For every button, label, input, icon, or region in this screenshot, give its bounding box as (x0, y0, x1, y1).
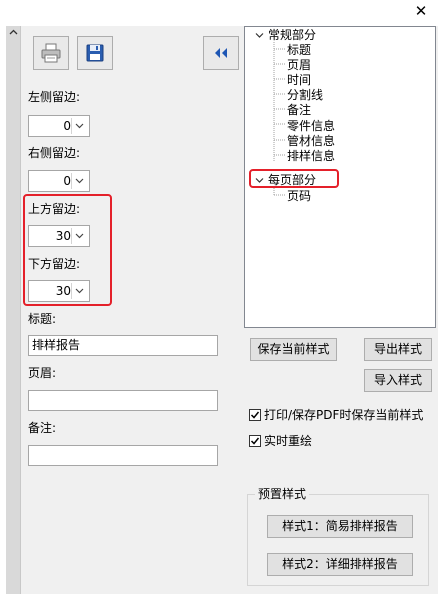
right-margin-combo[interactable]: 0 (28, 170, 90, 192)
chevron-down-icon[interactable] (71, 118, 87, 134)
note-input[interactable] (28, 445, 218, 466)
top-margin-combo[interactable]: 30 (28, 225, 90, 247)
bottom-margin-value: 30 (55, 284, 71, 298)
floppy-disk-icon (86, 44, 104, 62)
tree-item-tube-info[interactable]: 管材信息 (287, 134, 335, 148)
tree-item-time[interactable]: 时间 (287, 73, 311, 87)
chevron-down-icon[interactable] (71, 173, 87, 189)
settings-panel (21, 26, 237, 594)
close-button[interactable]: ✕ (413, 3, 429, 19)
vertical-scrollbar[interactable] (6, 26, 21, 594)
import-style-button[interactable]: 导入样式 (364, 369, 432, 392)
save-on-print-checkbox[interactable] (249, 409, 261, 421)
save-button[interactable] (77, 36, 113, 70)
note-label: 备注: (28, 421, 57, 435)
tree-item-page-number[interactable]: 页码 (287, 189, 311, 203)
bottom-margin-label: 下方留边: (28, 257, 81, 271)
header-label: 页眉: (28, 366, 57, 380)
tree-item-header[interactable]: 页眉 (287, 58, 311, 72)
tree-item-nesting-info[interactable]: 排样信息 (287, 149, 335, 163)
realtime-redraw-checkbox[interactable] (249, 435, 261, 447)
printer-icon (41, 43, 61, 63)
left-margin-value: 0 (63, 119, 71, 133)
tree-item-title[interactable]: 标题 (287, 43, 311, 57)
right-margin-label: 右侧留边: (28, 146, 81, 160)
bottom-margin-combo[interactable]: 30 (28, 280, 90, 302)
header-input[interactable] (28, 390, 218, 411)
checkmark-icon (250, 437, 260, 445)
tree-item-divider[interactable]: 分割线 (287, 88, 323, 102)
save-style-button[interactable]: 保存当前样式 (250, 338, 337, 361)
title-input[interactable]: 排样报告 (28, 335, 218, 356)
preset-style2-button[interactable]: 样式2：详细排样报告 (267, 553, 413, 576)
collapse-panel-button[interactable] (203, 36, 239, 70)
export-style-button[interactable]: 导出样式 (364, 338, 432, 361)
chevron-down-icon[interactable] (255, 32, 264, 39)
double-left-arrow-icon (215, 48, 227, 58)
right-margin-value: 0 (63, 174, 71, 188)
top-margin-label: 上方留边: (28, 202, 81, 216)
highlight-box-per-page (249, 169, 339, 188)
left-margin-combo[interactable]: 0 (28, 115, 90, 137)
title-label: 标题: (28, 312, 57, 326)
tree-node-label: 常规部分 (268, 28, 317, 42)
chevron-down-icon[interactable] (71, 228, 87, 244)
tree-item-note[interactable]: 备注 (287, 103, 311, 117)
preset-styles-label: 预置样式 (255, 487, 310, 501)
preset-style1-button[interactable]: 样式1：简易排样报告 (267, 515, 413, 538)
left-margin-label: 左侧留边: (28, 90, 81, 104)
tree-item-part-info[interactable]: 零件信息 (287, 119, 335, 133)
scroll-up-icon[interactable] (6, 26, 20, 40)
top-margin-value: 30 (55, 229, 71, 243)
checkmark-icon (250, 411, 260, 419)
save-on-print-label[interactable]: 打印/保存PDF时保存当前样式 (264, 408, 423, 422)
tree-node-general[interactable]: 常规部分 (255, 28, 316, 42)
print-button[interactable] (33, 36, 69, 70)
chevron-down-icon[interactable] (71, 283, 87, 299)
realtime-redraw-label[interactable]: 实时重绘 (264, 434, 312, 448)
